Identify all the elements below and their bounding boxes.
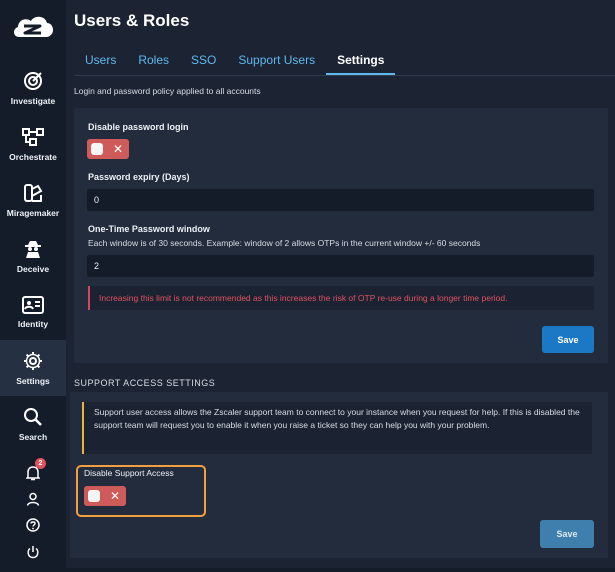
disable-support-access-toggle[interactable]: ✕ (84, 486, 126, 506)
target-icon (24, 71, 42, 90)
support-access-heading: SUPPORT ACCESS SETTINGS (74, 378, 216, 388)
notification-count-badge: 2 (35, 458, 46, 469)
password-expiry-label: Password expiry (Days) (88, 172, 190, 182)
bottom-edge (66, 568, 615, 572)
support-access-card: Support user access allows the Zscaler s… (70, 392, 608, 558)
disable-password-login-toggle[interactable]: ✕ (87, 139, 129, 159)
login-policy-subtitle: Login and password policy applied to all… (74, 86, 261, 96)
zscaler-cloud-logo-icon (13, 16, 54, 37)
otp-warning-text: Increasing this limit is not recommended… (99, 293, 508, 303)
spy-icon (25, 240, 41, 258)
sidebar-item-orchestrate[interactable]: Orchestrate (0, 116, 66, 172)
search-icon (24, 407, 42, 426)
otp-warning-alert: Increasing this limit is not recommended… (88, 286, 594, 310)
sidebar-item-label: Miragemaker (6, 207, 60, 218)
support-access-info-text: Support user access allows the Zscaler s… (94, 407, 580, 430)
user-profile-button[interactable] (21, 487, 45, 511)
decoy-design-icon (24, 183, 43, 202)
password-expiry-value: 0 (94, 195, 100, 205)
toggle-off-icon: ✕ (109, 489, 120, 503)
tab-bar: Users Roles SSO Support Users Settings (74, 45, 396, 75)
help-button[interactable] (21, 513, 45, 537)
otp-window-help: Each window is of 30 seconds. Example: w… (88, 238, 481, 248)
toggle-knob (91, 143, 103, 155)
sidebar-item-investigate[interactable]: Investigate (0, 60, 66, 116)
otp-window-label: One-Time Password window (88, 224, 210, 234)
notifications-button[interactable]: 2 (21, 458, 46, 485)
disable-password-login-label: Disable password login (88, 122, 189, 132)
support-access-save-button[interactable]: Save (540, 520, 594, 548)
sidebar-item-search[interactable]: Search (0, 396, 66, 452)
toggle-knob (88, 490, 100, 502)
sidebar: Investigate Orchestrate Miragemaker Dece… (0, 0, 66, 572)
sidebar-item-label: Deceive (16, 263, 50, 274)
tab-users[interactable]: Users (74, 45, 127, 75)
power-icon (27, 546, 39, 559)
login-policy-save-button[interactable]: Save (542, 326, 594, 353)
otp-window-value: 2 (94, 261, 100, 271)
toggle-off-icon: ✕ (112, 142, 123, 156)
tab-support-users[interactable]: Support Users (227, 45, 326, 75)
user-icon (26, 492, 40, 506)
otp-window-input[interactable]: 2 (87, 255, 594, 277)
sidebar-item-label: Investigate (10, 95, 56, 106)
flow-nodes-icon (22, 127, 44, 146)
id-card-icon (22, 295, 44, 314)
tab-sso[interactable]: SSO (180, 45, 227, 75)
sidebar-item-settings[interactable]: Settings (0, 340, 66, 396)
support-access-info-alert: Support user access allows the Zscaler s… (82, 402, 592, 454)
sidebar-item-label: Orchestrate (9, 151, 57, 162)
tabs-divider (74, 75, 615, 76)
gear-icon (24, 351, 42, 370)
page-title: Users & Roles (74, 11, 190, 30)
tab-settings[interactable]: Settings (326, 45, 396, 75)
tab-roles[interactable]: Roles (127, 45, 180, 75)
sidebar-item-label: Identity (17, 318, 49, 329)
help-icon (26, 518, 40, 532)
password-expiry-input[interactable]: 0 (87, 189, 594, 211)
sidebar-item-miragemaker[interactable]: Miragemaker (0, 172, 66, 228)
sidebar-item-identity[interactable]: Identity (0, 284, 66, 340)
sidebar-item-label: Settings (16, 375, 50, 386)
zscaler-logo[interactable] (0, 0, 66, 54)
login-policy-card: Disable password login ✕ Password expiry… (74, 108, 608, 363)
sidebar-item-label: Search (18, 431, 48, 442)
sidebar-item-deceive[interactable]: Deceive (0, 228, 66, 284)
disable-support-access-label: Disable Support Access (84, 468, 174, 478)
logout-button[interactable] (21, 540, 45, 564)
